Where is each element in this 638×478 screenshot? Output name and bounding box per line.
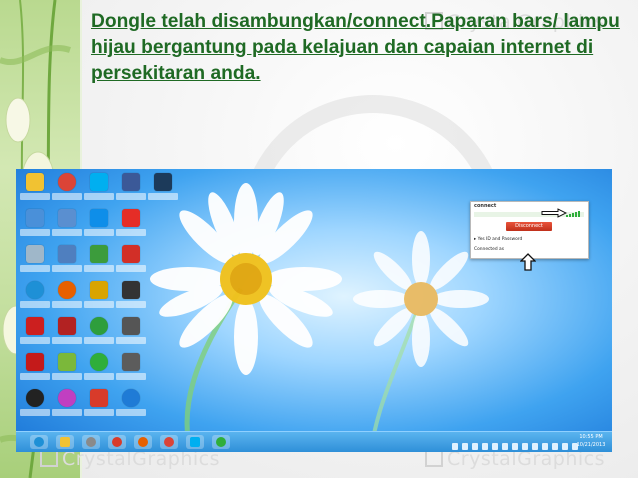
taskbar-clock[interactable]: 10:55 PM 10/21/2013 (574, 433, 608, 449)
globe-icon (122, 389, 140, 407)
arrow-right-icon (541, 208, 567, 218)
desktop-icon-chrome[interactable] (52, 173, 82, 203)
desktop-icon-connect-green[interactable] (84, 353, 114, 383)
desktop-icon-hp[interactable] (116, 353, 146, 383)
desktop-icon-recycle-bin[interactable] (20, 245, 50, 275)
desktop-icon-cutter[interactable] (116, 245, 146, 275)
recycle-bin-icon (26, 245, 44, 263)
slide: CrystalGraphics CrystalGraphics CrystalG… (0, 0, 638, 478)
desktop-icon-pdf-tool[interactable] (52, 317, 82, 347)
connection-status: Connected as (474, 247, 505, 252)
youtube-icon (122, 209, 140, 227)
desktop-icon-globe[interactable] (116, 389, 146, 419)
desktop-icon-youtube[interactable] (116, 209, 146, 239)
desktop-icon-photoshop[interactable] (148, 173, 178, 203)
desktop-icon-antivirus[interactable] (20, 353, 50, 383)
winamp-icon (90, 281, 108, 299)
desktop-icon-acrobat[interactable] (20, 317, 50, 347)
desktop-icon-firefox[interactable] (52, 281, 82, 311)
calendar-icon (58, 245, 76, 263)
taskbar: 10:55 PM 10/21/2013 (16, 431, 612, 452)
arrow-up-icon (520, 253, 536, 271)
firefox-taskbar-icon (138, 437, 148, 447)
taskbar-media[interactable] (82, 435, 100, 449)
ie-icon (26, 281, 44, 299)
taskbar-skype[interactable] (186, 435, 204, 449)
clock-date: 10/21/2013 (576, 442, 606, 448)
desktop-icon-calendar[interactable] (52, 245, 82, 275)
signal-strength-icon (566, 211, 580, 217)
connect-icon (90, 317, 108, 335)
skype-icon (90, 173, 108, 191)
desktop-icon-freemake[interactable] (52, 353, 82, 383)
computer-icon (26, 209, 44, 227)
chrome-taskbar-icon (164, 437, 174, 447)
desktop-icon-ie[interactable] (20, 281, 50, 311)
firefox-icon (58, 281, 76, 299)
desktop-icon-network[interactable] (52, 209, 82, 239)
folder-icon (26, 173, 44, 191)
pdf-tool-icon (58, 317, 76, 335)
search-tool-icon (90, 389, 108, 407)
freemake-icon (58, 353, 76, 371)
desktop-icon-connect[interactable] (84, 317, 114, 347)
desktop-icon-facebook[interactable] (116, 173, 146, 203)
desktop-icon-computer[interactable] (20, 209, 50, 239)
media-taskbar-icon (86, 437, 96, 447)
antivirus-icon (26, 353, 44, 371)
cutter-icon (122, 245, 140, 263)
desktop-icon-search-tool[interactable] (84, 389, 114, 419)
facebook-icon (122, 173, 140, 191)
manager-icon (122, 317, 140, 335)
picasa-icon (58, 389, 76, 407)
desktop-icon-manager[interactable] (116, 317, 146, 347)
system-tray[interactable] (452, 437, 582, 450)
desktop-icon-skype[interactable] (84, 173, 114, 203)
chrome-icon (58, 173, 76, 191)
account-row[interactable]: ▸ Yes ID and Password (474, 237, 522, 242)
network-icon (58, 209, 76, 227)
cyberlink-icon (26, 389, 44, 407)
disconnect-button[interactable]: Disconnect (506, 222, 552, 231)
slide-title: Dongle telah disambungkan/connect.Papara… (91, 11, 620, 84)
hp-icon (122, 353, 140, 371)
skype-taskbar-icon (190, 437, 200, 447)
ie-taskbar-icon (34, 437, 44, 447)
desktop-icon-teamviewer[interactable] (84, 209, 114, 239)
player-icon (90, 245, 108, 263)
connect-taskbar-icon (216, 437, 226, 447)
acrobat-icon (26, 317, 44, 335)
clock-time: 10:55 PM (579, 434, 603, 440)
desktop-icon-player[interactable] (84, 245, 114, 275)
taskbar-explorer[interactable] (56, 435, 74, 449)
taskbar-ie[interactable] (30, 435, 48, 449)
desktop-icon-picasa[interactable] (52, 389, 82, 419)
taskbar-firefox[interactable] (134, 435, 152, 449)
taskbar-chrome[interactable] (160, 435, 178, 449)
explorer-taskbar-icon (60, 437, 70, 447)
taskbar-tool[interactable] (108, 435, 126, 449)
desktop-icon-winamp[interactable] (84, 281, 114, 311)
taskbar-connect[interactable] (212, 435, 230, 449)
popup-title: connect (474, 203, 497, 209)
connect-green-icon (90, 353, 108, 371)
desktop-screenshot: connect Disconnect ▸ Yes ID and Password… (16, 169, 612, 452)
connect-popup: connect Disconnect ▸ Yes ID and Password… (470, 201, 589, 259)
desktop-icon-cyberlink[interactable] (20, 389, 50, 419)
photoshop-icon (154, 173, 172, 191)
desktop-icon-drive[interactable] (116, 281, 146, 311)
drive-icon (122, 281, 140, 299)
tool-taskbar-icon (112, 437, 122, 447)
teamviewer-icon (90, 209, 108, 227)
desktop-icon-folder[interactable] (20, 173, 50, 203)
